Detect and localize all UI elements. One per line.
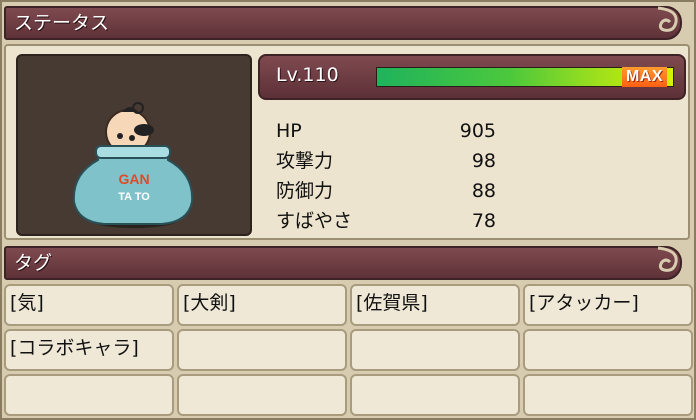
- jar-label-line1: GAN: [118, 171, 149, 187]
- max-badge: MAX: [621, 67, 667, 87]
- stat-row-attack: 攻撃力 98: [276, 146, 496, 176]
- tag-cell-empty: [4, 374, 174, 416]
- tag-title: タグ: [14, 252, 53, 274]
- tag-cell[interactable]: [コラボキャラ]: [4, 329, 174, 371]
- exp-bar: MAX: [376, 67, 674, 87]
- stat-value: 88: [471, 180, 496, 202]
- tag-cell[interactable]: [大剣]: [177, 284, 347, 326]
- tag-header: タグ: [4, 246, 682, 280]
- status-panel: GAN TA TO Lv.110 MAX HP 905 攻撃力 98 防御力 8…: [4, 44, 690, 240]
- level-box: Lv.110 MAX: [258, 54, 686, 100]
- tag-cell-empty: [523, 374, 693, 416]
- status-title: ステータス: [14, 12, 110, 34]
- stat-name: 防御力: [276, 180, 334, 202]
- tag-cell-empty: [177, 329, 347, 371]
- stat-value: 78: [471, 210, 496, 232]
- character-in-jar-icon: GAN TA TO: [72, 102, 194, 228]
- tag-cell[interactable]: [気]: [4, 284, 174, 326]
- stat-row-speed: すばやさ 78: [276, 206, 496, 236]
- tag-cell-empty: [350, 329, 520, 371]
- level-label: Lv.110: [276, 64, 339, 86]
- ornament-curl-icon: [657, 246, 678, 272]
- character-portrait: GAN TA TO: [16, 54, 252, 236]
- tag-cell[interactable]: [佐賀県]: [350, 284, 520, 326]
- stat-row-hp: HP 905: [276, 116, 496, 146]
- status-header: ステータス: [4, 6, 682, 40]
- tag-cell-empty: [177, 374, 347, 416]
- stat-row-defense: 防御力 88: [276, 176, 496, 206]
- tag-cell-empty: [523, 329, 693, 371]
- stats-list: HP 905 攻撃力 98 防御力 88 すばやさ 78: [276, 116, 496, 236]
- stat-name: HP: [276, 120, 302, 142]
- tag-cell[interactable]: [アタッカー]: [523, 284, 693, 326]
- tag-cell-empty: [350, 374, 520, 416]
- stat-name: 攻撃力: [276, 150, 334, 172]
- stat-value: 905: [459, 120, 496, 142]
- stat-name: すばやさ: [276, 210, 353, 232]
- jar-label-line2: TA TO: [118, 191, 150, 203]
- tag-grid: [気] [大剣] [佐賀県] [アタッカー] [コラボキャラ]: [4, 284, 693, 416]
- ornament-curl-icon: [657, 6, 678, 32]
- stat-value: 98: [471, 150, 496, 172]
